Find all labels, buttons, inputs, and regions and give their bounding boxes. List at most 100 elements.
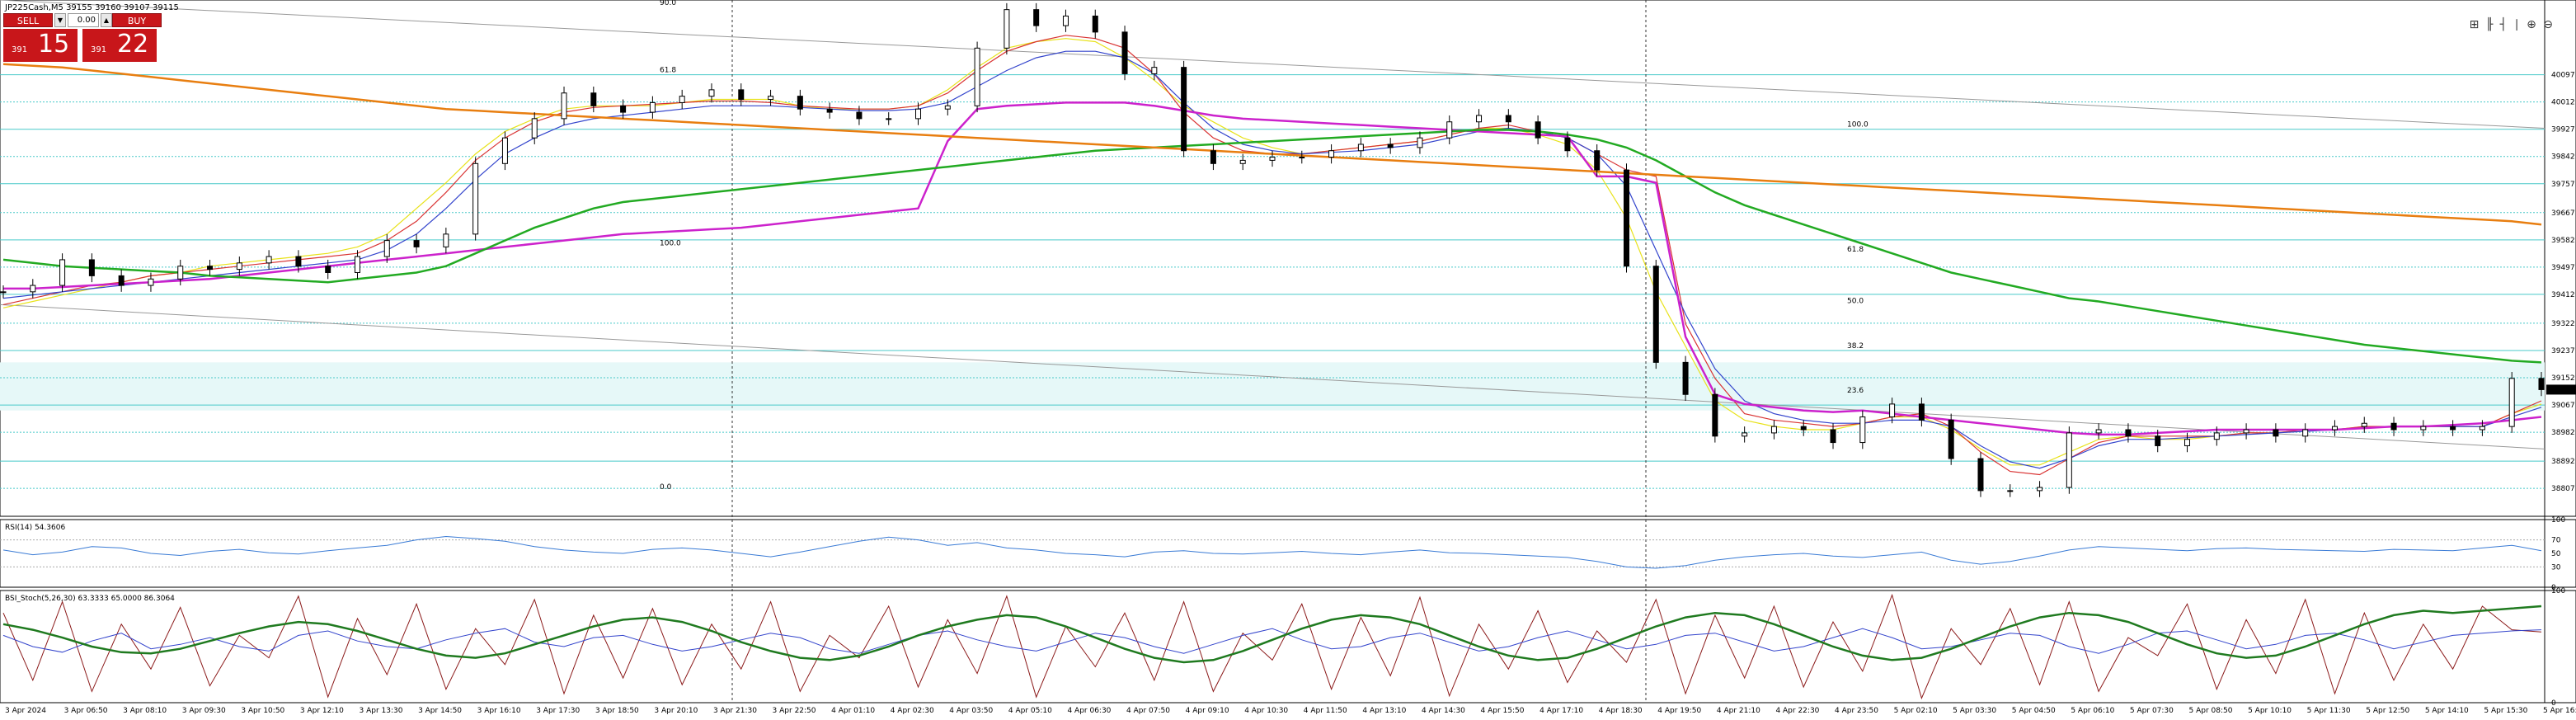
candle-body [2037, 487, 2043, 492]
candle-body [266, 256, 272, 264]
candle-body [974, 47, 980, 106]
time-tick-label: 4 Apr 19:50 [1657, 707, 1701, 715]
time-tick-label: 4 Apr 18:30 [1599, 707, 1643, 715]
candle-body [1151, 67, 1158, 74]
buy-price-quote[interactable]: 391 22 [82, 29, 157, 62]
candle-body [1682, 361, 1689, 395]
one-click-trading-panel: SELL ▼ 0.00 ▲ BUY 391 15 391 22 [3, 13, 162, 64]
time-tick-label: 5 Apr 08:50 [2189, 707, 2233, 715]
time-tick-label: 3 Apr 21:30 [713, 707, 757, 715]
candle-body [2125, 429, 2132, 437]
candle-body [118, 275, 125, 286]
chart-grid-icon[interactable]: ⊞ [2470, 18, 2480, 31]
candle-body [915, 108, 922, 120]
time-tick-label: 5 Apr 12:50 [2366, 707, 2409, 715]
chart-window[interactable]: 90.0 61.8 100.0 0.0 100.0 61.8 50.0 38.2 23.6 400… [0, 0, 2576, 717]
time-tick-label: 5 Apr 14:10 [2425, 707, 2469, 715]
candle-body [472, 162, 479, 235]
time-tick-label: 5 Apr 02:10 [1894, 707, 1938, 715]
time-tick-label: 3 Apr 22:50 [773, 707, 816, 715]
price-tick-label: 40012 [2551, 99, 2575, 107]
time-tick-label: 4 Apr 23:50 [1835, 707, 1878, 715]
rsi-tick-label: 50 [2551, 550, 2561, 558]
price-tick-label: 39582 [2551, 237, 2575, 245]
time-tick-label: 3 Apr 20:10 [654, 707, 698, 715]
time-tick-label: 3 Apr 12:10 [300, 707, 344, 715]
time-tick-label: 5 Apr 16:50 [2543, 707, 2576, 715]
fib-label-left: 61.8 [660, 66, 676, 74]
chart-candles-icon[interactable]: ┤ [2500, 18, 2507, 31]
stoch-tick-label: 100 [2551, 587, 2565, 595]
time-tick-label: 4 Apr 01:10 [831, 707, 875, 715]
candle-body [1269, 157, 1276, 161]
candle-body [2095, 429, 2102, 434]
zoom-in-icon[interactable]: ⊕ [2527, 18, 2536, 31]
time-tick-label: 4 Apr 14:30 [1422, 707, 1465, 715]
candle-body [2302, 429, 2309, 437]
candle-body [944, 105, 951, 110]
chart-line-icon[interactable]: ∣ [2514, 18, 2520, 31]
chart-canvas[interactable]: 90.0 61.8 100.0 0.0 100.0 61.8 50.0 38.2 23.6 400… [0, 0, 2576, 717]
candle-body [148, 278, 154, 286]
lot-decrease-icon[interactable]: ▼ [54, 13, 66, 27]
candle-body [59, 259, 66, 286]
buy-price-prefix: 391 [91, 45, 107, 54]
candle-body [88, 259, 95, 276]
candle-body [1859, 416, 1866, 444]
buy-price-pips: 22 [117, 30, 149, 59]
candle-body [1977, 458, 1984, 492]
lot-increase-icon[interactable]: ▲ [101, 13, 112, 27]
pane-frame-1 [0, 519, 2576, 588]
candle-body [1800, 426, 1807, 431]
candle-body [768, 96, 774, 101]
rsi-title: RSI(14) 54.3606 [5, 524, 65, 532]
time-tick-label: 4 Apr 07:50 [1126, 707, 1170, 715]
price-tick-label: 39757 [2551, 181, 2575, 189]
time-tick-label: 4 Apr 10:30 [1244, 707, 1288, 715]
candle-body [2331, 426, 2338, 431]
zoom-out-icon[interactable]: ⊖ [2543, 18, 2553, 31]
candle-body [1210, 150, 1216, 164]
lot-size-field[interactable]: 0.00 [68, 13, 99, 27]
candle-body [886, 118, 892, 120]
price-tick-label: 39237 [2551, 347, 2575, 355]
candle-body [2420, 426, 2427, 431]
candle-body [2243, 429, 2249, 434]
candle-body [1594, 150, 1601, 171]
chart-bars-icon[interactable]: ╟ [2486, 18, 2493, 31]
candle-body [590, 92, 597, 106]
price-tick-label: 39927 [2551, 126, 2575, 134]
fib-label-right: 100.0 [1847, 121, 1869, 129]
sell-button[interactable]: SELL [3, 13, 53, 27]
sell-price-prefix: 391 [12, 45, 28, 54]
price-tick-label: 38807 [2551, 485, 2575, 493]
price-tick-label: 40097 [2551, 72, 2575, 80]
fib-label-right: 23.6 [1847, 387, 1864, 395]
time-tick-label: 3 Apr 10:50 [241, 707, 284, 715]
candle-body [1770, 426, 1777, 434]
price-tick-label: 39842 [2551, 153, 2575, 162]
candle-body [1948, 419, 1954, 459]
time-tick-label: 4 Apr 02:30 [891, 707, 934, 715]
price-tick-label: 38982 [2551, 429, 2575, 437]
candle-body [2007, 490, 2014, 492]
buy-button[interactable]: BUY [112, 13, 162, 27]
candle-body [1830, 429, 1836, 444]
sell-price-quote[interactable]: 391 15 [3, 29, 78, 62]
fib-label-left: 0.0 [660, 483, 672, 492]
rsi-line [2, 535, 2542, 569]
candle-body [1505, 115, 1511, 123]
candle-body [2361, 422, 2367, 427]
time-tick-label: 4 Apr 11:50 [1304, 707, 1347, 715]
price-tick-label: 39067 [2551, 402, 2575, 410]
candle-body [826, 108, 833, 113]
sell-price-pips: 15 [38, 30, 70, 59]
time-tick-label: 5 Apr 15:30 [2484, 707, 2527, 715]
time-tick-label: 5 Apr 10:10 [2248, 707, 2292, 715]
candle-body [1476, 115, 1483, 123]
candle-body [0, 291, 7, 294]
time-tick-label: 4 Apr 03:50 [949, 707, 993, 715]
fib-label-right: 38.2 [1847, 342, 1864, 351]
time-tick-label: 3 Apr 14:50 [418, 707, 462, 715]
price-tick-label: 39322 [2551, 320, 2575, 328]
